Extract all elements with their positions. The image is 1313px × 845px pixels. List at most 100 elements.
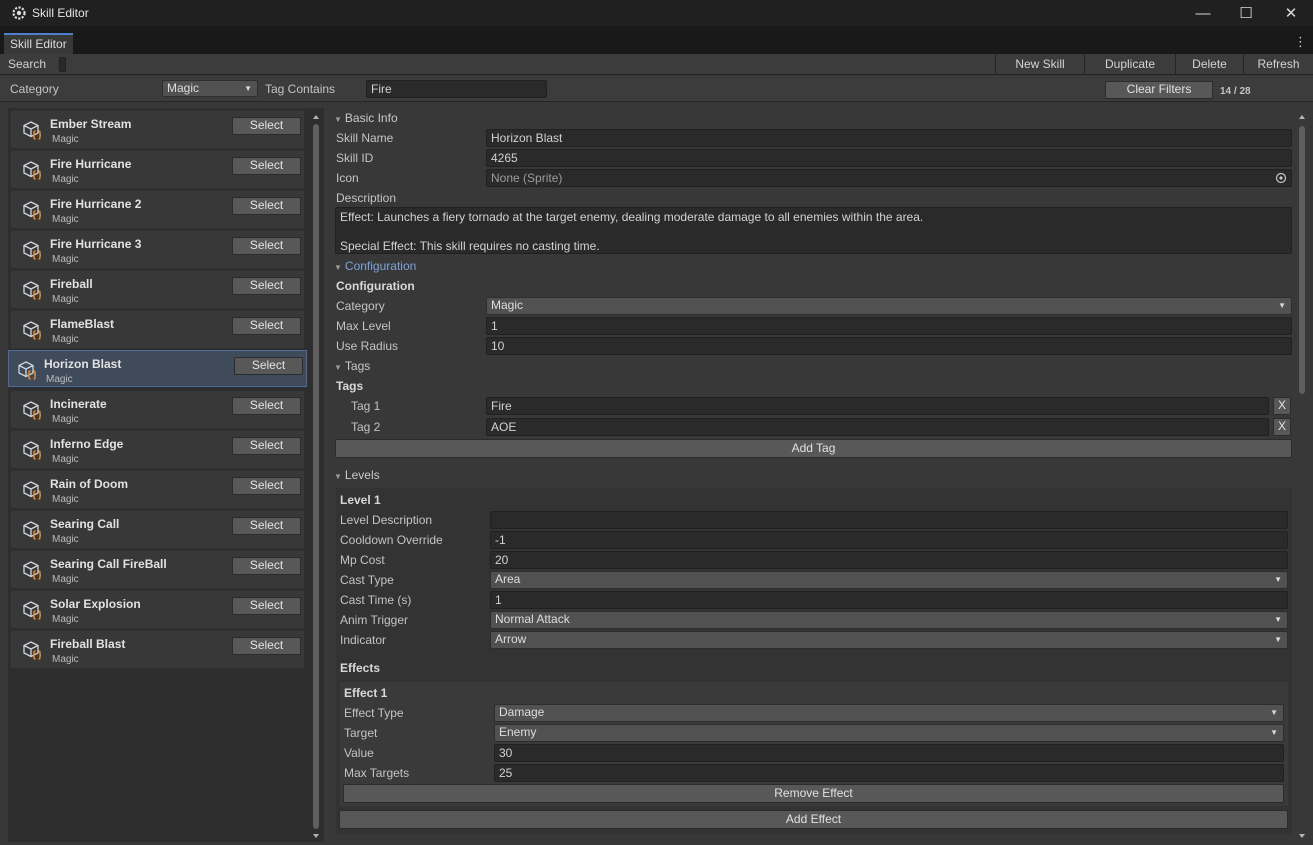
select-skill-button[interactable]: Select: [232, 197, 301, 215]
foldout-arrow-icon: ▼: [334, 472, 342, 481]
search-label: Search: [8, 57, 47, 71]
list-scrollbar[interactable]: [311, 112, 321, 841]
select-skill-button[interactable]: Select: [232, 317, 301, 335]
select-skill-button[interactable]: Select: [232, 597, 301, 615]
category-dropdown[interactable]: Magic ▼: [486, 297, 1292, 315]
select-skill-button[interactable]: Select: [232, 117, 301, 135]
add-effect-button[interactable]: Add Effect: [339, 810, 1288, 829]
skill-category: Magic: [52, 614, 79, 625]
skill-list-item[interactable]: Incinerate Magic Select: [11, 391, 304, 428]
skill-list-item[interactable]: Searing Call FireBall Magic Select: [11, 551, 304, 588]
icon-object-field[interactable]: None (Sprite): [486, 169, 1292, 187]
anim-trigger-dropdown[interactable]: Normal Attack ▼: [490, 611, 1288, 629]
skill-name: Fireball: [50, 277, 93, 291]
delete-button[interactable]: Delete: [1175, 54, 1243, 74]
remove-tag-1-button[interactable]: X: [1273, 397, 1291, 415]
configuration-foldout[interactable]: ▼ Configuration: [334, 259, 416, 273]
cooldown-override-field[interactable]: -1: [490, 531, 1288, 549]
description-line-1: Effect: Launches a fiery tornado at the …: [340, 210, 924, 224]
skill-list-item[interactable]: Solar Explosion Magic Select: [11, 591, 304, 628]
minimize-button[interactable]: —: [1180, 0, 1226, 26]
mp-cost-field[interactable]: 20: [490, 551, 1288, 569]
duplicate-button[interactable]: Duplicate: [1084, 54, 1175, 74]
skill-list-item[interactable]: FlameBlast Magic Select: [11, 311, 304, 348]
skill-id-field[interactable]: 4265: [486, 149, 1292, 167]
script-asset-icon: [22, 520, 42, 540]
search-input[interactable]: [59, 57, 66, 72]
skill-list-item[interactable]: Fire Hurricane 2 Magic Select: [11, 191, 304, 228]
select-skill-button[interactable]: Select: [232, 517, 301, 535]
remove-tag-2-button[interactable]: X: [1273, 418, 1291, 436]
select-skill-button[interactable]: Select: [232, 477, 301, 495]
effect-type-dropdown[interactable]: Damage ▼: [494, 704, 1284, 722]
new-skill-button[interactable]: New Skill: [995, 54, 1084, 74]
cast-type-dropdown[interactable]: Area ▼: [490, 571, 1288, 589]
skill-list-item[interactable]: Ember Stream Magic Select: [11, 111, 304, 148]
clear-filters-button[interactable]: Clear Filters: [1105, 81, 1213, 99]
skill-name: Ember Stream: [50, 117, 132, 131]
select-skill-button[interactable]: Select: [232, 557, 301, 575]
refresh-button[interactable]: Refresh: [1243, 54, 1313, 74]
skill-list-item[interactable]: Rain of Doom Magic Select: [11, 471, 304, 508]
level-description-field[interactable]: [490, 511, 1288, 529]
skill-list-item[interactable]: Fireball Magic Select: [11, 271, 304, 308]
skill-name: Searing Call: [50, 517, 120, 531]
add-tag-button[interactable]: Add Tag: [335, 439, 1292, 458]
cast-time-field[interactable]: 1: [490, 591, 1288, 609]
skill-category: Magic: [52, 134, 79, 145]
select-skill-button[interactable]: Select: [232, 397, 301, 415]
maximize-icon: ☐: [1239, 5, 1253, 22]
max-targets-field[interactable]: 25: [494, 764, 1284, 782]
skill-category: Magic: [52, 174, 79, 185]
skill-list-item[interactable]: Horizon Blast Magic Select: [8, 350, 307, 387]
tab-skill-editor[interactable]: Skill Editor: [4, 33, 73, 54]
tags-foldout[interactable]: ▼ Tags: [334, 359, 370, 373]
skill-category: Magic: [52, 294, 79, 305]
more-options-icon[interactable]: ⋮: [1294, 34, 1307, 50]
skill-list-item[interactable]: Fire Hurricane Magic Select: [11, 151, 304, 188]
detail-scrollbar[interactable]: [1296, 112, 1308, 841]
configuration-header: Configuration: [344, 259, 417, 273]
tag-2-field[interactable]: AOE: [486, 418, 1269, 436]
levels-foldout[interactable]: ▼ Levels: [334, 468, 380, 482]
select-skill-button[interactable]: Select: [232, 437, 301, 455]
script-asset-icon: [22, 600, 42, 620]
select-skill-button[interactable]: Select: [232, 637, 301, 655]
toolbar: Search New Skill Duplicate Delete Refres…: [0, 54, 1313, 75]
category-filter-dropdown[interactable]: Magic ▼: [162, 80, 258, 97]
remove-effect-button[interactable]: Remove Effect: [343, 784, 1284, 803]
select-skill-button[interactable]: Select: [232, 237, 301, 255]
target-dropdown[interactable]: Enemy ▼: [494, 724, 1284, 742]
category-filter-value: Magic: [167, 81, 200, 95]
skill-list-item[interactable]: Fire Hurricane 3 Magic Select: [11, 231, 304, 268]
description-textarea[interactable]: Effect: Launches a fiery tornado at the …: [335, 207, 1292, 254]
select-skill-button[interactable]: Select: [234, 357, 303, 375]
window-titlebar: Skill Editor — ☐ ✕: [0, 0, 1313, 26]
use-radius-field[interactable]: 10: [486, 337, 1292, 355]
select-skill-button[interactable]: Select: [232, 157, 301, 175]
skill-list-item[interactable]: Searing Call Magic Select: [11, 511, 304, 548]
object-picker-icon[interactable]: [1275, 172, 1287, 184]
close-button[interactable]: ✕: [1268, 0, 1313, 26]
skill-name: Fire Hurricane: [50, 157, 132, 171]
max-level-field[interactable]: 1: [486, 317, 1292, 335]
skill-category: Magic: [52, 454, 79, 465]
tags-header: Tags: [344, 359, 371, 373]
category-label: Category: [336, 299, 385, 313]
maximize-button[interactable]: ☐: [1223, 0, 1269, 26]
value-field[interactable]: 30: [494, 744, 1284, 762]
select-skill-button[interactable]: Select: [232, 277, 301, 295]
skill-name-field[interactable]: Horizon Blast: [486, 129, 1292, 147]
skill-list-item[interactable]: Inferno Edge Magic Select: [11, 431, 304, 468]
skill-name: Solar Explosion: [50, 597, 141, 611]
tag-filter-input[interactable]: Fire: [366, 80, 547, 98]
script-asset-icon: [17, 360, 37, 380]
script-asset-icon: [22, 640, 42, 660]
tag-1-field[interactable]: Fire: [486, 397, 1269, 415]
value-label: Value: [344, 746, 374, 760]
levels-header: Levels: [344, 468, 380, 482]
basic-info-foldout[interactable]: ▼ Basic Info: [334, 111, 398, 125]
indicator-dropdown[interactable]: Arrow ▼: [490, 631, 1288, 649]
skill-name: FlameBlast: [50, 317, 115, 331]
skill-list-item[interactable]: Fireball Blast Magic Select: [11, 631, 304, 668]
